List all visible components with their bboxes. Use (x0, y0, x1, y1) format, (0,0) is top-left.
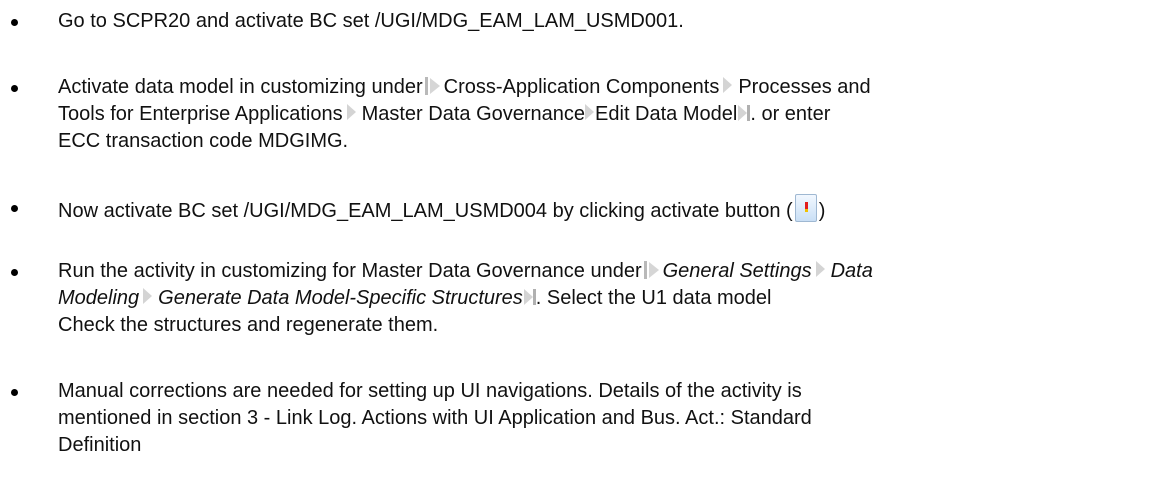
path-segment: Tools for Enterprise Applications (58, 103, 343, 125)
bullet-icon (11, 85, 18, 92)
path-segment: Cross-Application Components (443, 76, 720, 98)
bullet-icon (11, 205, 18, 212)
path-segment: Modeling (58, 287, 140, 309)
path-start-icon (424, 77, 441, 95)
path-arrow-icon (723, 77, 733, 93)
path-segment: Generate Data Model-Specific Structures (158, 287, 523, 309)
list-item-text: Go to SCPR20 and activate BC set /UGI/MD… (58, 8, 1152, 35)
step-1-text: Go to SCPR20 and activate BC set /UGI/MD… (58, 10, 684, 32)
bullet-icon (11, 269, 18, 276)
step-2-line-3: ECC transaction code MDGIMG. (58, 130, 349, 152)
list-item-text: Now activate BC set /UGI/MDG_EAM_LAM_USM… (58, 194, 1152, 225)
path-end-icon (738, 105, 751, 121)
bullet-icon (11, 389, 18, 396)
path-arrow-icon (143, 288, 153, 304)
path-segment: Data (830, 260, 873, 282)
bullet-icon (11, 19, 18, 26)
step-5-line-2: mentioned in section 3 - Link Log. Actio… (58, 407, 812, 429)
path-start-icon (643, 261, 660, 279)
list-item-text: Run the activity in customizing for Mast… (58, 258, 1152, 339)
instruction-list: Go to SCPR20 and activate BC set /UGI/MD… (0, 0, 1162, 484)
step-5-line-1: Manual corrections are needed for settin… (58, 380, 802, 402)
list-item-text: Manual corrections are needed for settin… (58, 378, 1152, 459)
step-2-line-2: Tools for Enterprise Applications Master … (58, 103, 831, 125)
step-4-line-2: Modeling Generate Data Model-Specific Str… (58, 287, 772, 309)
step-2-line-1: Activate data model in customizing under… (58, 76, 871, 98)
path-arrow-icon (346, 104, 356, 120)
step-5-line-3: Definition (58, 434, 142, 456)
path-arrow-icon (585, 104, 595, 120)
step-4-line-3: Check the structures and regenerate them… (58, 314, 439, 336)
path-segment: Master Data Governance (361, 103, 586, 125)
path-segment: Edit Data Model (595, 103, 738, 125)
path-end-icon (523, 289, 536, 305)
path-segment: General Settings (662, 260, 812, 282)
list-item-text: Activate data model in customizing under… (58, 74, 1152, 155)
step-4-line-1: Run the activity in customizing for Mast… (58, 260, 873, 282)
path-arrow-icon (815, 261, 825, 277)
activate-icon (794, 194, 817, 222)
path-segment: Processes and (738, 76, 871, 98)
